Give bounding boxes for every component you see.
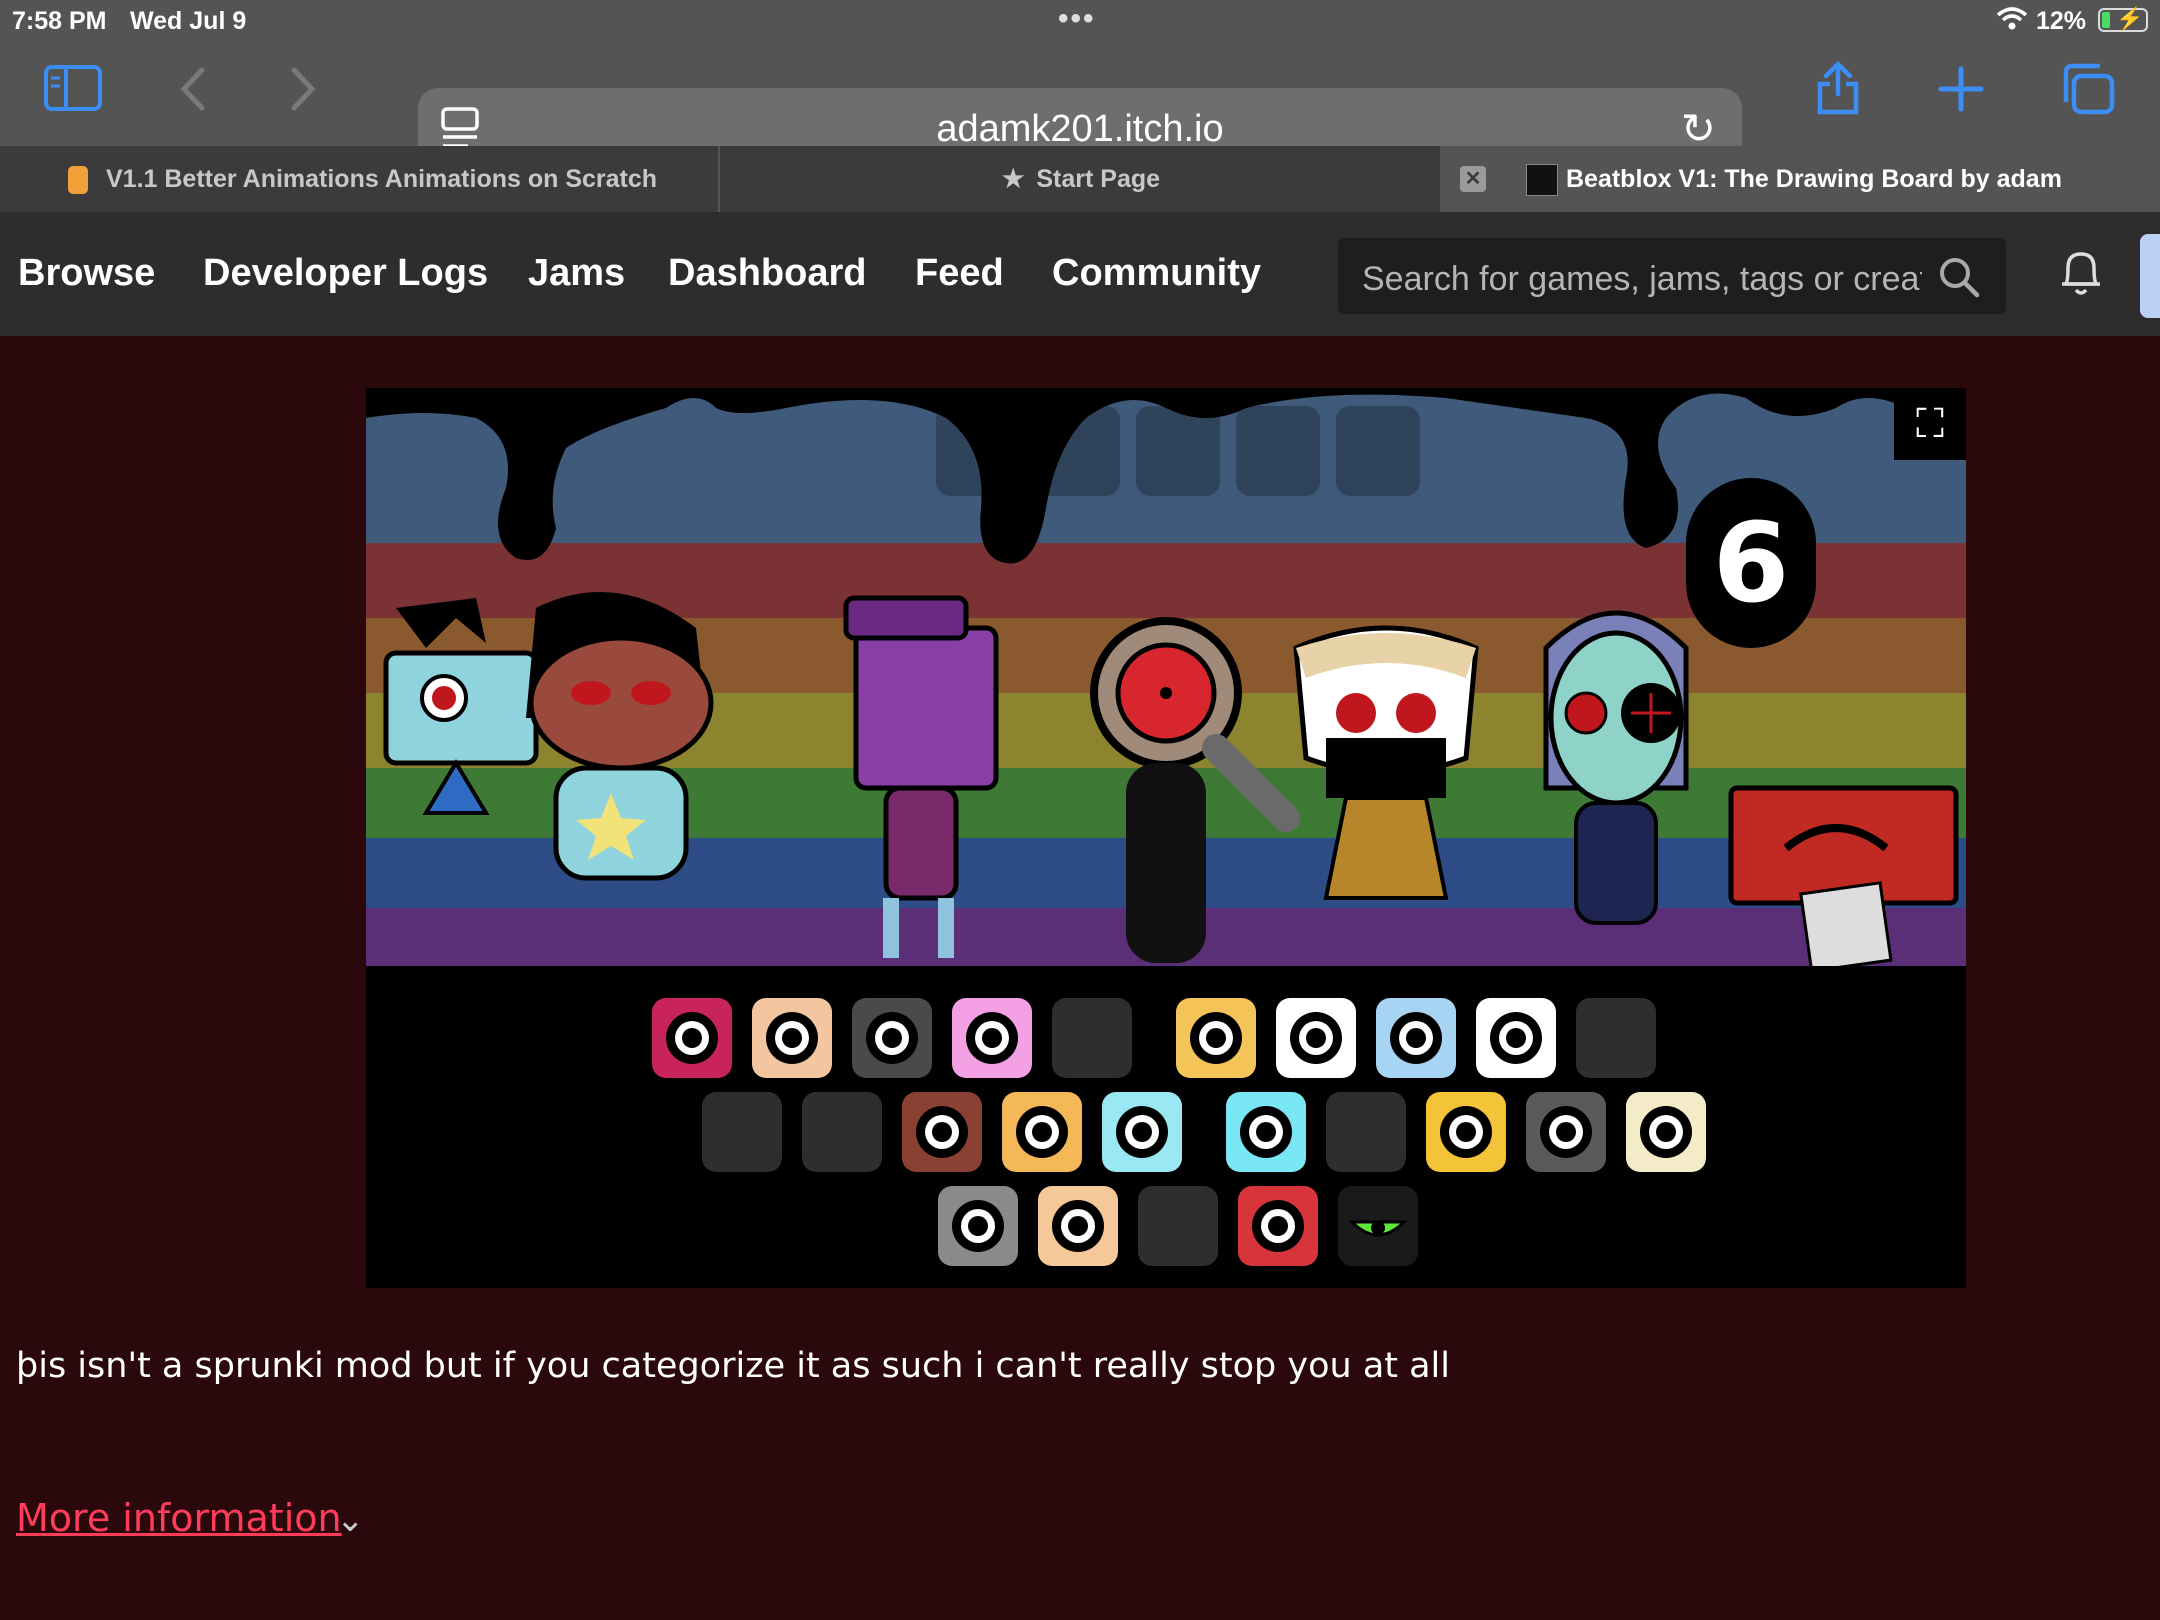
forward-icon[interactable]: [286, 66, 320, 112]
tab-label: Start Page: [1036, 164, 1161, 193]
beat-slot: [1036, 406, 1120, 496]
sound-icon-tile[interactable]: [902, 1092, 982, 1172]
tab-start-page[interactable]: ★ Start Page: [722, 146, 1440, 212]
sidebar-toggle-icon[interactable]: [44, 64, 102, 112]
characters: [383, 592, 1959, 966]
sound-icon-tile[interactable]: [752, 998, 832, 1078]
sound-icon-tile-green-eye[interactable]: [1338, 1186, 1418, 1266]
share-icon[interactable]: [1814, 60, 1862, 116]
character-magnifier: [1090, 617, 1300, 963]
sound-icon-tile-empty[interactable]: [1138, 1186, 1218, 1266]
chevron-down-icon[interactable]: ⌄: [336, 1500, 365, 1540]
sound-icon-tile-empty[interactable]: [1326, 1092, 1406, 1172]
sound-icon-tile[interactable]: [1226, 1092, 1306, 1172]
sound-icon-tile[interactable]: [1526, 1092, 1606, 1172]
sound-icon-tile-empty[interactable]: [1052, 998, 1132, 1078]
character-curly-hair: [526, 592, 714, 881]
beat-slot: [936, 406, 1020, 496]
wifi-icon: [1996, 7, 2028, 30]
beat-slot: [1236, 406, 1320, 496]
nav-developer-logs[interactable]: Developer Logs: [203, 252, 488, 295]
game-description: þis isn't a sprunki mod but if you categ…: [16, 1346, 1451, 1386]
fullscreen-icon[interactable]: ⛶: [1894, 388, 1966, 460]
tab-label: V1.1 Better Animations Animations on Scr…: [106, 164, 658, 193]
beatblox-favicon-icon: [1526, 164, 1558, 196]
tab-label: Beatblox V1: The Drawing Board by adam: [1566, 164, 2062, 193]
sound-icon-tile[interactable]: [1102, 1092, 1182, 1172]
character-red-sign: [1728, 785, 1959, 966]
sound-icon-tile-empty[interactable]: [1576, 998, 1656, 1078]
game-embed[interactable]: 6 ⛶: [366, 388, 1966, 1288]
sound-icon-tile[interactable]: [1002, 1092, 1082, 1172]
search-placeholder: Search for games, jams, tags or creat: [1362, 260, 1922, 298]
more-information-link[interactable]: More information: [16, 1496, 342, 1540]
sound-icon-tile[interactable]: [1476, 998, 1556, 1078]
character-teal-box: [383, 598, 539, 815]
search-icon[interactable]: [1938, 256, 1980, 298]
sound-icon-tile[interactable]: [852, 998, 932, 1078]
sound-icon-tile[interactable]: [1376, 998, 1456, 1078]
date: Wed Jul 9: [130, 7, 247, 35]
sound-icon-tile[interactable]: [1038, 1186, 1118, 1266]
clock: 7:58 PM: [12, 7, 107, 35]
nav-jams[interactable]: Jams: [528, 252, 625, 295]
search-input[interactable]: Search for games, jams, tags or creat: [1338, 238, 2006, 314]
user-avatar[interactable]: [2140, 234, 2160, 318]
close-tab-icon[interactable]: ✕: [1460, 166, 1486, 192]
tab-scratch[interactable]: V1.1 Better Animations Animations on Scr…: [0, 146, 720, 212]
nav-feed[interactable]: Feed: [915, 252, 1004, 295]
sound-icon-tile[interactable]: [1426, 1092, 1506, 1172]
scratch-favicon-icon: [68, 166, 88, 194]
nav-dashboard[interactable]: Dashboard: [668, 252, 866, 295]
back-icon[interactable]: [176, 66, 210, 112]
sound-icon-tile[interactable]: [1176, 998, 1256, 1078]
star-icon: ★: [1001, 165, 1025, 193]
sound-icon-tile[interactable]: [1276, 998, 1356, 1078]
sound-icon-tile[interactable]: [1238, 1186, 1318, 1266]
beat-slot: [1336, 406, 1420, 496]
sound-icon-tile-empty[interactable]: [802, 1092, 882, 1172]
status-bar: 7:58 PM Wed Jul 9 ••• 12% ⚡: [0, 0, 2160, 40]
character-masked: [1293, 625, 1479, 900]
notifications-bell-icon[interactable]: [2058, 246, 2104, 298]
tab-beatblox[interactable]: ✕ Beatblox V1: The Drawing Board by adam: [1440, 146, 2160, 212]
battery-icon: ⚡: [2098, 6, 2148, 32]
new-tab-icon[interactable]: [1938, 66, 1984, 112]
url-text: adamk201.itch.io: [936, 108, 1224, 150]
beat-slot: [1136, 406, 1220, 496]
sound-icon-tile[interactable]: [952, 998, 1032, 1078]
game-stage[interactable]: 6 ⛶: [366, 388, 1966, 966]
multitask-dots-icon[interactable]: •••: [1058, 2, 1096, 36]
tab-bar: V1.1 Better Animations Animations on Scr…: [0, 146, 2160, 212]
sound-icon-tile[interactable]: [1626, 1092, 1706, 1172]
tab-overview-icon[interactable]: [2060, 62, 2116, 116]
site-nav: Browse Developer Logs Jams Dashboard Fee…: [0, 212, 2160, 336]
green-eye-icon: [1348, 1220, 1408, 1237]
battery-percent: 12%: [2036, 7, 2087, 35]
character-blue-hooded: [1543, 610, 1689, 925]
sound-palette: [366, 966, 1966, 1288]
sound-icon-tile-empty[interactable]: [702, 1092, 782, 1172]
character-purple-box: [843, 595, 999, 958]
nav-browse[interactable]: Browse: [18, 252, 155, 295]
sound-icon-tile[interactable]: [652, 998, 732, 1078]
browser-toolbar: adamk201.itch.io ↻: [0, 40, 2160, 168]
sound-icon-tile[interactable]: [938, 1186, 1018, 1266]
nav-community[interactable]: Community: [1052, 252, 1261, 295]
